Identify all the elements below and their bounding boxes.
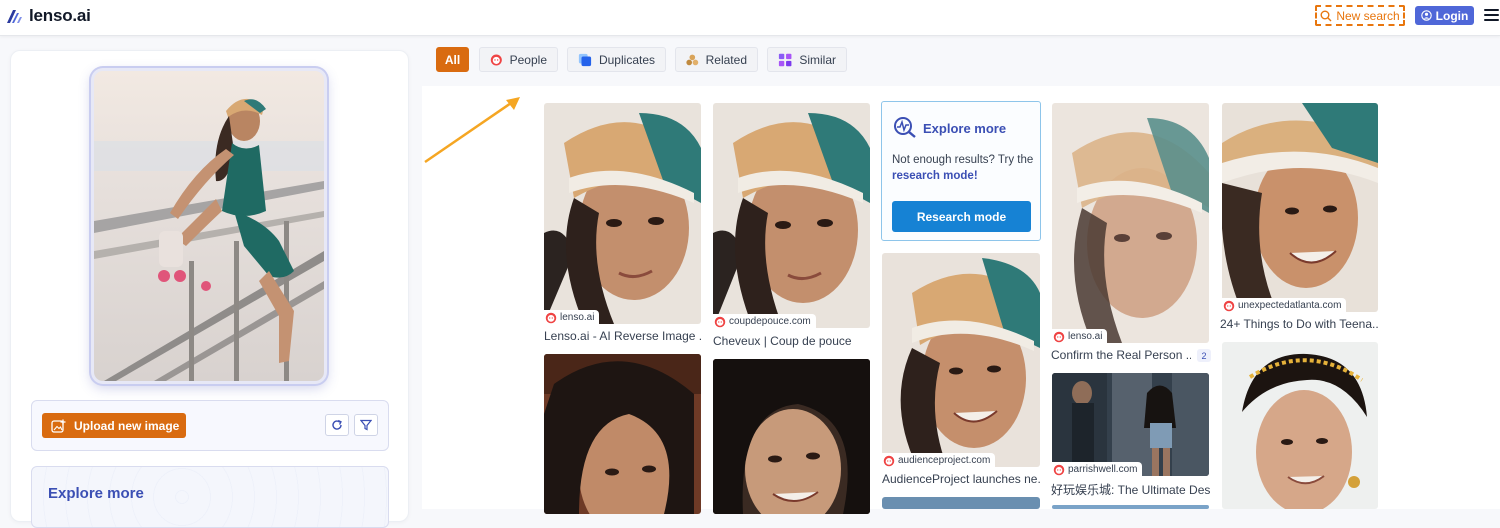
result-thumbnail[interactable] bbox=[1052, 373, 1209, 476]
result-title[interactable]: Cheveux | Coup de pouce bbox=[713, 334, 870, 348]
result-source-label: lenso.ai bbox=[1068, 331, 1103, 342]
result-source-label: parrishwell.com bbox=[1068, 464, 1138, 475]
upload-toolbar: Upload new image bbox=[31, 400, 389, 451]
result-thumbnail[interactable] bbox=[713, 103, 870, 328]
related-icon bbox=[686, 54, 699, 65]
tab-similar[interactable]: Similar bbox=[767, 47, 847, 72]
image-add-icon bbox=[51, 419, 66, 433]
result-source-label: unexpectedatlanta.com bbox=[1238, 300, 1342, 311]
uploaded-image bbox=[94, 71, 324, 381]
tab-label: Similar bbox=[799, 52, 836, 67]
filter-button[interactable] bbox=[354, 414, 378, 436]
explore-more-card: Explore more Not enough results? Try the… bbox=[881, 101, 1041, 241]
logo[interactable]: lenso.ai bbox=[7, 6, 91, 26]
tab-label: Related bbox=[705, 52, 747, 67]
tab-label: Duplicates bbox=[598, 52, 655, 67]
logo-text: lenso.ai bbox=[29, 6, 91, 25]
explore-card-text: Not enough results? Try the research mod… bbox=[892, 154, 1034, 182]
result-thumbnail[interactable] bbox=[1222, 103, 1378, 312]
research-mode-link[interactable]: research mode! bbox=[892, 170, 978, 182]
upload-new-image-button[interactable]: Upload new image bbox=[42, 413, 186, 438]
duplicate-count-badge: 2 bbox=[1197, 349, 1211, 362]
result-thumbnail[interactable] bbox=[544, 103, 701, 324]
result-source[interactable]: lenso.ai bbox=[544, 310, 600, 325]
face-icon bbox=[1223, 300, 1235, 311]
result-title[interactable]: Lenso.ai - AI Reverse Image ... bbox=[544, 329, 701, 343]
result-thumbnail[interactable] bbox=[713, 359, 870, 514]
result-thumbnail[interactable] bbox=[544, 354, 701, 514]
result-source[interactable]: lenso.ai bbox=[1052, 329, 1108, 344]
result-source-label: lenso.ai bbox=[560, 312, 595, 323]
result-source[interactable]: parrishwell.com bbox=[1052, 462, 1143, 477]
explore-more-panel[interactable]: Explore more bbox=[31, 466, 389, 528]
new-search-label: New search bbox=[1336, 8, 1400, 23]
result-source-label: coupdepouce.com bbox=[729, 316, 811, 327]
result-thumbnail[interactable] bbox=[882, 253, 1040, 467]
tab-related[interactable]: Related bbox=[675, 47, 758, 72]
search-icon bbox=[1320, 10, 1332, 21]
explore-card-title: Explore more bbox=[923, 121, 1007, 136]
search-panel: Upload new image Explore more bbox=[10, 50, 409, 528]
upload-label: Upload new image bbox=[74, 418, 180, 433]
face-icon bbox=[545, 312, 557, 323]
login-button[interactable]: Login bbox=[1415, 6, 1474, 25]
result-title[interactable]: 好玩娱乐城: The Ultimate Des... bbox=[1051, 481, 1211, 498]
tab-people[interactable]: People bbox=[479, 47, 558, 72]
face-icon bbox=[1053, 331, 1065, 342]
annotation-arrow bbox=[424, 97, 520, 164]
grid-icon bbox=[778, 53, 792, 66]
user-icon bbox=[1420, 10, 1432, 21]
result-source[interactable]: unexpectedatlanta.com bbox=[1222, 298, 1347, 313]
result-title[interactable]: Confirm the Real Person ... bbox=[1051, 348, 1191, 362]
tab-duplicates[interactable]: Duplicates bbox=[567, 47, 666, 72]
refresh-icon bbox=[332, 419, 342, 430]
refresh-button[interactable] bbox=[325, 414, 349, 436]
result-thumbnail[interactable] bbox=[1052, 505, 1209, 509]
filter-icon bbox=[360, 419, 372, 431]
top-bar: lenso.ai New search Login bbox=[0, 0, 1500, 36]
uploaded-image-frame bbox=[91, 68, 327, 384]
face-icon bbox=[490, 53, 502, 66]
face-icon bbox=[883, 455, 895, 466]
result-source-label: audienceproject.com bbox=[898, 455, 991, 466]
login-label: Login bbox=[1435, 8, 1469, 23]
result-title[interactable]: 24+ Things to Do with Teena... bbox=[1220, 317, 1378, 331]
result-thumbnail[interactable] bbox=[1222, 342, 1378, 509]
tab-label: All bbox=[444, 52, 461, 67]
hamburger-icon[interactable] bbox=[1484, 9, 1499, 22]
tab-label: People bbox=[509, 52, 547, 67]
result-source[interactable]: coupdepouce.com bbox=[713, 314, 816, 329]
result-source[interactable]: audienceproject.com bbox=[882, 453, 996, 468]
research-icon bbox=[894, 117, 916, 138]
result-title[interactable]: AudienceProject launches ne... bbox=[882, 472, 1040, 486]
explore-more-title: Explore more bbox=[48, 485, 144, 502]
research-mode-button[interactable]: Research mode bbox=[892, 201, 1031, 232]
duplicates-icon bbox=[578, 53, 592, 66]
new-search-button[interactable]: New search bbox=[1315, 5, 1405, 26]
face-icon bbox=[714, 316, 726, 327]
result-thumbnail[interactable] bbox=[882, 497, 1040, 509]
lenso-logo-icon bbox=[7, 10, 22, 23]
tab-all[interactable]: All bbox=[436, 47, 469, 72]
result-thumbnail[interactable] bbox=[1052, 103, 1209, 343]
face-icon bbox=[1053, 464, 1065, 475]
